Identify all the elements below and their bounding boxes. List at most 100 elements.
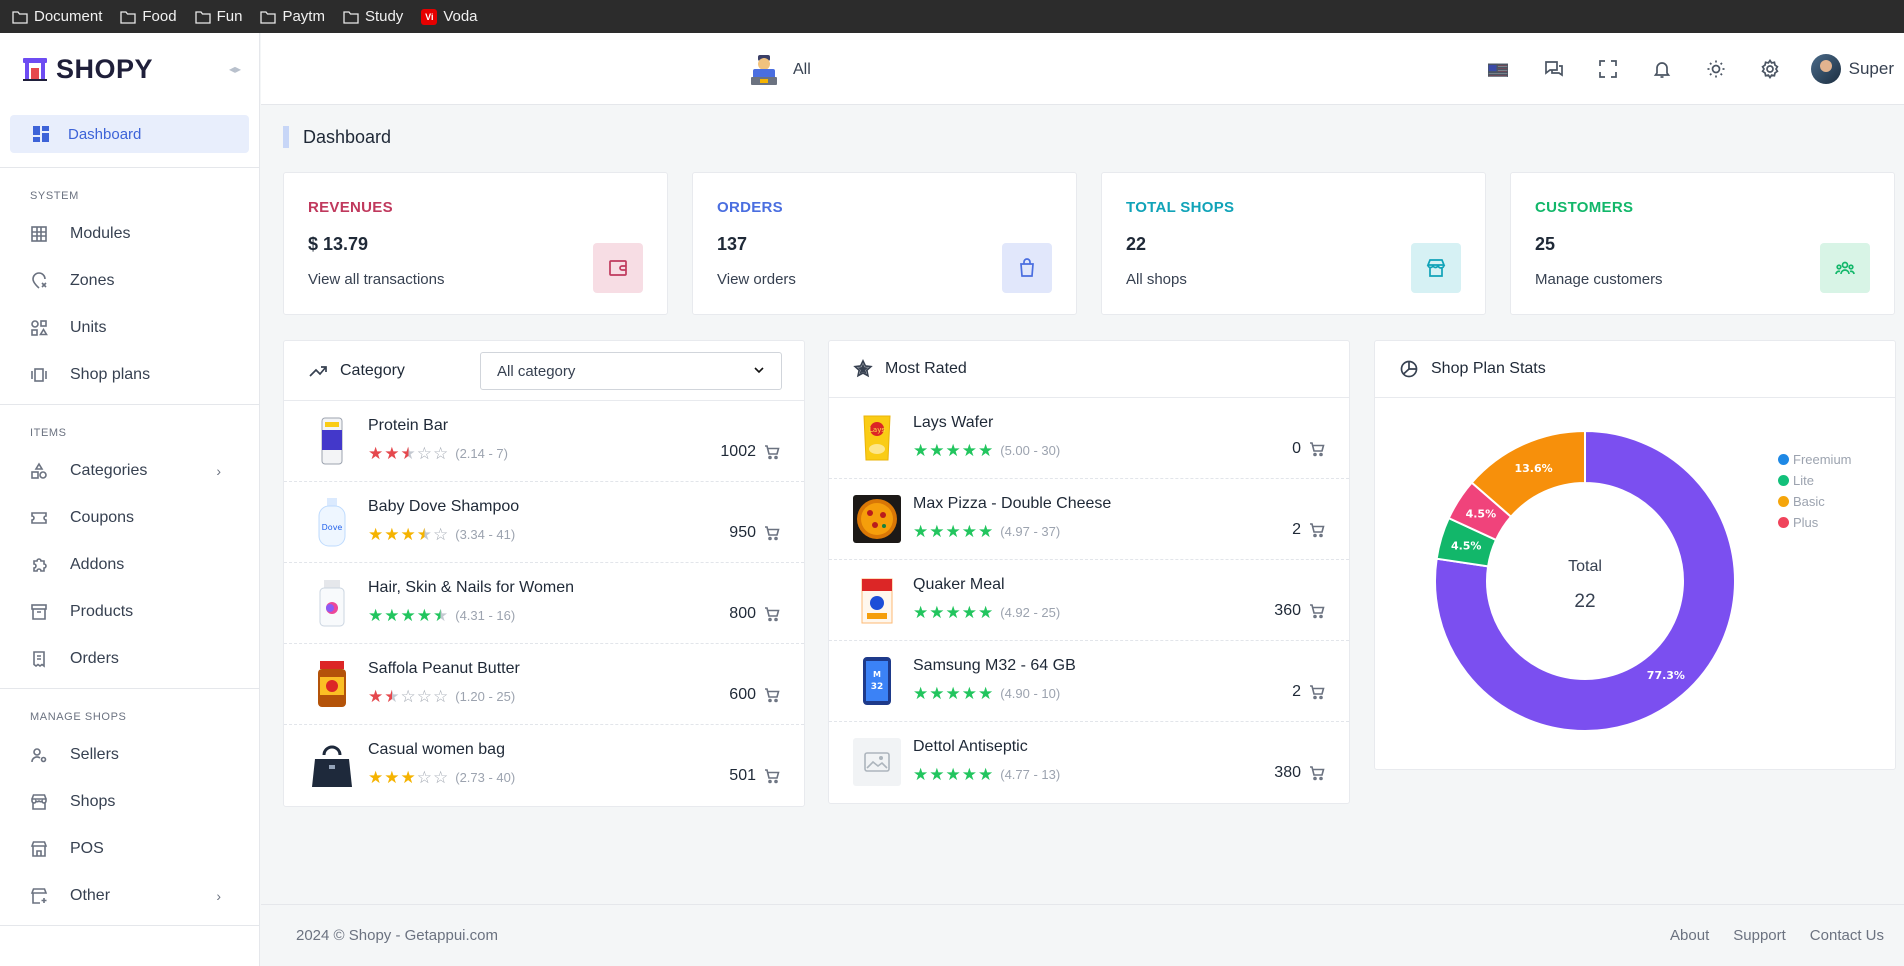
star-filled-icon: ★ [945,684,961,703]
product-name[interactable]: Quaker Meal [913,576,1005,594]
star-empty-icon: ☆ [433,768,449,787]
star-filled-icon: ★ [384,606,400,625]
settings-button[interactable] [1743,42,1797,96]
quantity-value: 950 [729,524,756,541]
sidebar-collapse-icon[interactable]: ◂▸ [229,62,241,76]
donut-center-label: Total [1568,558,1602,575]
rating-stars: ★ ★ ★ ☆ ☆ (2.73 - 40) [368,769,515,786]
fullscreen-button[interactable] [1581,42,1635,96]
star-filled-icon: ★ [929,603,945,622]
product-name[interactable]: Max Pizza - Double Cheese [913,495,1111,513]
product-row[interactable]: Protein Bar ★ ★ ★ ☆ ☆ (2.14 - 7) 1002 [284,401,804,482]
rating-stars: ★ ★ ★ ★ ☆ (3.34 - 41) [368,526,515,543]
sidebar-item-products[interactable]: Products [0,588,259,635]
product-quantity: 950 [729,524,780,542]
product-row[interactable]: Saffola Peanut Butter ★ ★ ☆ ☆ ☆ (1.20 - 25) 600 [284,644,804,725]
sidebar-item-categories[interactable]: Categories › [0,447,259,494]
sidebar-item-label: Products [70,602,134,620]
rating-meta: (4.77 - 13) [1000,767,1061,782]
product-row[interactable]: M 32 Samsung M32 - 64 GB ★ ★ ★ ★ ★ (4.90 - 10) 2 [829,641,1349,722]
product-name[interactable]: Lays Wafer [913,414,993,432]
footer-link-about[interactable]: About [1670,927,1709,944]
puzzle-icon [33,557,47,572]
sidebar-item-dashboard[interactable]: Dashboard [10,115,249,153]
bookmark-study[interactable]: Study [343,8,403,25]
chart-title: Shop Plan Stats [1431,360,1546,377]
sidebar-item-units[interactable]: Units [0,304,259,351]
sidebar-item-label: Shop plans [70,365,151,383]
bookmark-paytm[interactable]: Paytm [260,8,325,25]
sidebar-item-shops[interactable]: Shops [0,778,259,825]
sidebar-item-pos[interactable]: POS [0,825,259,872]
product-row[interactable]: Quaker Meal ★ ★ ★ ★ ★ (4.92 - 25) 360 [829,560,1349,641]
product-row[interactable]: Max Pizza - Double Cheese ★ ★ ★ ★ ★ (4.97 - 37… [829,479,1349,560]
sidebar-item-shop-plans[interactable]: Shop plans [0,351,259,398]
product-name[interactable]: Samsung M32 - 64 GB [913,657,1076,675]
sidebar-item-other[interactable]: Other › [0,872,259,919]
legend-dot [1778,475,1789,486]
stat-icon-box [1820,243,1870,293]
product-name[interactable]: Casual women bag [368,741,505,759]
bookmark-document[interactable]: Document [12,8,102,25]
legend-item-plus[interactable]: Plus [1778,512,1852,533]
sidebar-item-addons[interactable]: Addons [0,541,259,588]
bookmark-label: Food [142,8,177,25]
store-selector[interactable]: All [749,53,811,87]
legend-item-basic[interactable]: Basic [1778,491,1852,512]
sidebar-item-sellers[interactable]: Sellers [0,731,259,778]
category-select[interactable]: All category [480,352,782,390]
star-filled-icon: ★ [929,765,945,784]
product-row[interactable]: Hair, Skin & Nails for Women ★ ★ ★ ★ ★ (4.31 -… [284,563,804,644]
rating-meta: (4.31 - 16) [455,608,516,623]
legend-label: Lite [1793,473,1814,488]
product-name[interactable]: Baby Dove Shampoo [368,498,519,516]
legend-item-freemium[interactable]: Freemium [1778,449,1852,470]
product-row[interactable]: Lays Lays Wafer ★ ★ ★ ★ ★ (5.00 - 30) 0 [829,398,1349,479]
bookmark-voda[interactable]: Vi Voda [421,8,478,25]
shampoo-image: Dove [308,494,356,550]
product-name[interactable]: Dettol Antiseptic [913,738,1028,756]
messages-button[interactable] [1527,42,1581,96]
footer-link-contact[interactable]: Contact Us [1810,927,1884,944]
notifications-button[interactable] [1635,42,1689,96]
sidebar-item-label: Addons [70,555,125,573]
rating-stars: ★ ★ ☆ ☆ ☆ (1.20 - 25) [368,688,515,705]
product-row[interactable]: Dove Baby Dove Shampoo ★ ★ ★ ★ ☆ (3.34 - 41) 950 [284,482,804,563]
star-filled-icon: ★ [913,522,929,541]
star-filled-icon: ★ [961,441,977,460]
sidebar-item-orders[interactable]: Orders [0,635,259,682]
pizza-image [853,491,901,547]
sidebar-section-title: MANAGE SHOPS [30,711,127,723]
star-filled-icon: ★ [945,522,961,541]
shopkeeper-icon [751,55,777,85]
product-name[interactable]: Hair, Skin & Nails for Women [368,579,574,597]
folder-icon [120,10,137,24]
bookmark-food[interactable]: Food [120,8,177,25]
donut-slice-label: 77.3% [1647,669,1685,682]
bookmark-fun[interactable]: Fun [194,8,242,25]
footer-links: About Support Contact Us [1670,927,1884,944]
sidebar-item-coupons[interactable]: Coupons [0,494,259,541]
theme-toggle-button[interactable] [1689,42,1743,96]
brand-logo[interactable]: SHOPY [0,33,259,105]
cart-icon [765,445,780,460]
user-menu[interactable]: Super [1797,54,1904,84]
star-filled-icon: ★ [384,525,400,544]
sidebar-item-modules[interactable]: Modules [0,210,259,257]
product-name[interactable]: Saffola Peanut Butter [368,660,520,678]
product-name[interactable]: Protein Bar [368,417,448,435]
sidebar-item-zones[interactable]: Zones [0,257,259,304]
stat-label: TOTAL SHOPS [1126,199,1235,216]
footer-link-support[interactable]: Support [1733,927,1786,944]
svg-text:M: M [873,670,881,679]
legend-item-lite[interactable]: Lite [1778,470,1852,491]
divider [0,167,259,168]
shopping-bag-icon [1020,258,1034,277]
vitamins-image [308,575,356,631]
language-button[interactable] [1473,42,1527,96]
us-flag-icon [1487,61,1512,77]
donut-slice-label: 4.5% [1451,539,1482,552]
product-row[interactable]: Casual women bag ★ ★ ★ ☆ ☆ (2.73 - 40) 501 [284,725,804,806]
product-row[interactable]: Dettol Antiseptic ★ ★ ★ ★ ★ (4.77 - 13) 380 [829,722,1349,803]
quantity-value: 2 [1292,683,1301,700]
